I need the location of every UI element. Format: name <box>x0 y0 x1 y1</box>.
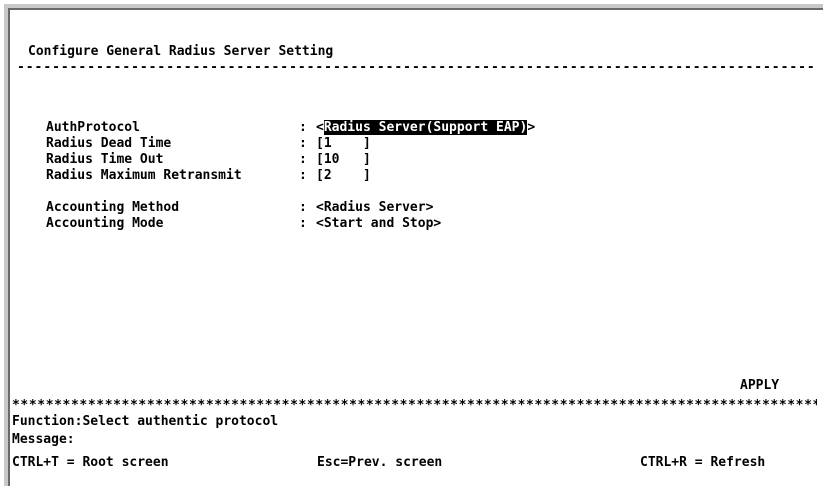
radius-dead-time-colon: : <box>299 136 307 151</box>
page-title: Configure General Radius Server Setting <box>28 44 334 59</box>
refresh-hint: CTRL+R = Refresh <box>640 455 766 470</box>
message-line: Message: <box>12 432 75 447</box>
auth-protocol-close-bracket: > <box>527 120 536 135</box>
radius-max-retransmit-field[interactable]: [2 ] <box>316 168 371 184</box>
radius-time-out-label: Radius Time Out <box>46 152 164 167</box>
accounting-method-label: Accounting Method <box>46 200 180 215</box>
accounting-method-field[interactable]: <Radius Server> <box>316 200 433 216</box>
prev-screen-hint: Esc=Prev. screen <box>317 455 443 470</box>
auth-protocol-open-bracket: < <box>316 120 324 135</box>
radius-max-retransmit-colon: : <box>299 168 307 183</box>
radius-dead-time-field[interactable]: [1 ] <box>316 136 371 152</box>
auth-protocol-field[interactable]: <Radius Server(Support EAP)> <box>316 120 535 136</box>
auth-protocol-label: AuthProtocol <box>46 120 140 135</box>
title-underline: ----------------------------------------… <box>17 60 813 75</box>
radius-time-out-field[interactable]: [10 ] <box>316 152 371 168</box>
auth-protocol-value[interactable]: Radius Server(Support EAP) <box>323 120 528 135</box>
accounting-mode-colon: : <box>299 216 307 231</box>
radius-dead-time-label: Radius Dead Time <box>46 136 172 151</box>
function-help-text: Function:Select authentic protocol <box>12 414 279 429</box>
apply-button[interactable]: APPLY <box>740 378 779 394</box>
accounting-mode-field[interactable]: <Start and Stop> <box>316 216 441 232</box>
radius-time-out-colon: : <box>299 152 307 167</box>
root-screen-hint: CTRL+T = Root screen <box>12 455 169 470</box>
footer-separator: ****************************************… <box>12 398 817 413</box>
radius-max-retransmit-label: Radius Maximum Retransmit <box>46 168 242 183</box>
accounting-method-colon: : <box>299 200 307 215</box>
auth-protocol-colon: : <box>299 120 307 135</box>
accounting-mode-label: Accounting Mode <box>46 216 164 231</box>
